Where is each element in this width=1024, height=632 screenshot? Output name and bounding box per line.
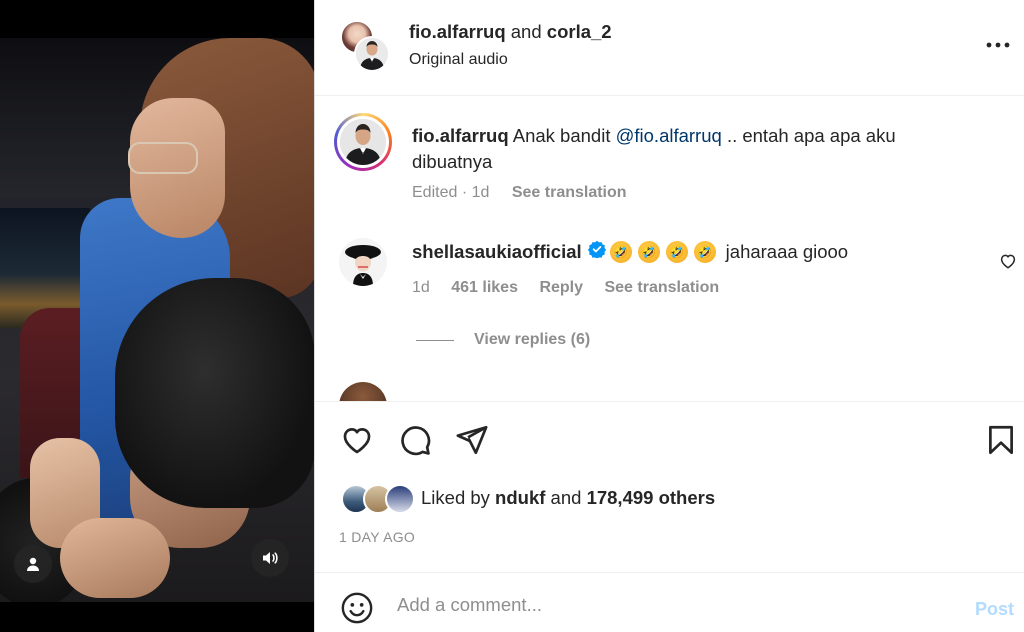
volume-icon — [263, 552, 278, 564]
avatar-image — [339, 238, 387, 286]
comment-username[interactable]: shellasaukiaofficial — [412, 241, 582, 263]
audio-link[interactable]: Original audio — [409, 51, 508, 69]
rolling-laughing-emoji: 🤣 — [665, 240, 688, 263]
liked-by-and: and — [550, 487, 582, 508]
caption-mention-link[interactable]: @fio.alfarruq — [616, 125, 722, 146]
liked-by-user-link[interactable]: ndukf — [495, 487, 545, 508]
post-comment-button[interactable]: Post — [975, 599, 1014, 620]
share-button[interactable] — [454, 422, 490, 458]
video-frame — [0, 38, 314, 602]
post-date[interactable]: 1 DAY AGO — [339, 529, 415, 545]
comment-see-translation-link[interactable]: See translation — [604, 279, 719, 296]
caption-author-avatar[interactable] — [334, 113, 392, 171]
comment-like-heart-icon[interactable] — [999, 252, 1017, 270]
caption-text: fio.alfarruq Anak bandit @fio.alfarruq .… — [412, 123, 972, 175]
paper-plane-icon — [456, 425, 488, 455]
caption-meta: Edited · 1d See translation — [412, 184, 627, 202]
mute-toggle-button[interactable] — [251, 539, 289, 577]
smiley-icon — [341, 592, 373, 624]
liked-by-summary[interactable]: Liked by ndukf and 178,499 others — [421, 487, 715, 509]
post-authors: fio.alfarruq and corla_2 — [409, 21, 612, 43]
caption-edited-time: Edited · 1d — [412, 184, 490, 201]
comment-meta: 1d 461 likes Reply See translation — [412, 279, 736, 297]
coauthor-link[interactable]: corla_2 — [547, 21, 612, 42]
authors-conjunction: and — [510, 21, 542, 42]
view-replies-button[interactable]: View replies (6) — [416, 331, 590, 349]
comment-author-avatar[interactable] — [339, 382, 387, 401]
rolling-laughing-emoji: 🤣 — [637, 240, 660, 263]
replies-divider — [416, 339, 454, 341]
post-details-panel: fio.alfarruq and corla_2 Original audio — [314, 0, 1024, 632]
comment-button[interactable] — [397, 422, 433, 458]
post-viewer: fio.alfarruq and corla_2 Original audio — [0, 0, 1024, 632]
more-horizontal-icon — [986, 42, 1010, 48]
post-header: fio.alfarruq and corla_2 Original audio — [315, 0, 1024, 96]
user-icon — [27, 557, 39, 571]
emoji-picker-button[interactable] — [340, 591, 374, 625]
liked-by-others-link[interactable]: 178,499 others — [587, 487, 716, 508]
more-options-button[interactable] — [983, 30, 1013, 60]
avatar[interactable] — [354, 36, 390, 72]
avatar-image — [340, 119, 386, 165]
post-actions: Liked by ndukf and 178,499 others 1 DAY … — [315, 401, 1024, 571]
save-button[interactable] — [983, 422, 1019, 458]
author-avatars[interactable] — [340, 20, 390, 72]
comments-list[interactable]: fio.alfarruq Anak bandit @fio.alfarruq .… — [315, 97, 1024, 401]
caption-see-translation-link[interactable]: See translation — [512, 184, 627, 201]
comment-body: jaharaaa giooo — [725, 240, 849, 262]
reply-button[interactable]: Reply — [539, 279, 583, 296]
tagged-users-button[interactable] — [14, 545, 52, 583]
comment-composer: Post — [315, 572, 1024, 632]
comment-bubble-icon — [401, 426, 431, 456]
comment-author-avatar[interactable] — [339, 238, 387, 286]
bookmark-icon — [989, 425, 1013, 455]
comment-age: 1d — [412, 279, 430, 296]
comment-input[interactable] — [397, 590, 957, 620]
reel-video[interactable] — [0, 0, 314, 632]
view-replies-label: View replies (6) — [474, 331, 591, 348]
comment-likes-link[interactable]: 461 likes — [451, 279, 518, 296]
rolling-laughing-emoji: 🤣 — [693, 240, 716, 263]
caption-username[interactable]: fio.alfarruq — [412, 125, 509, 146]
heart-icon — [343, 428, 371, 454]
liked-by-prefix: Liked by — [421, 487, 490, 508]
author-link[interactable]: fio.alfarruq — [409, 21, 506, 42]
avatar-image — [356, 38, 388, 70]
avatar — [385, 484, 415, 514]
rolling-laughing-emoji: 🤣 — [609, 240, 632, 263]
liked-by-avatars[interactable] — [341, 484, 415, 514]
comment-text: shellasaukiaofficial 🤣 🤣 🤣 🤣 jaharaaa gi… — [412, 240, 848, 263]
like-button[interactable] — [339, 422, 375, 458]
verified-badge-icon — [587, 240, 606, 263]
caption-text-before: Anak bandit — [512, 125, 611, 146]
